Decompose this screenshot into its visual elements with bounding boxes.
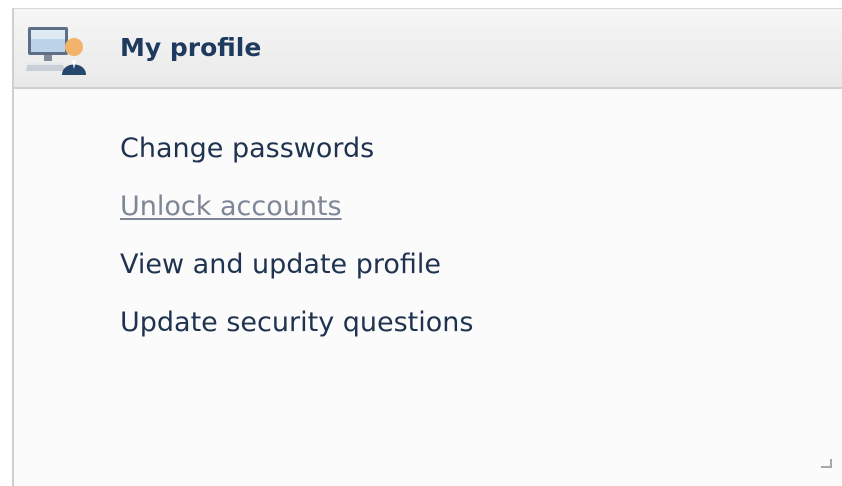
my-profile-panel: My profile Change passwords Unlock accou… [12, 8, 842, 486]
panel-title: My profile [120, 33, 262, 62]
resize-grip[interactable] [821, 459, 832, 468]
list-item: Unlock accounts [120, 185, 473, 243]
list-item: Update security questions [120, 301, 473, 359]
profile-link-list: Change passwords Unlock accounts View an… [120, 127, 473, 359]
list-item: Change passwords [120, 127, 473, 185]
computer-user-icon [26, 27, 86, 75]
view-update-profile-link[interactable]: View and update profile [120, 243, 441, 287]
list-item: View and update profile [120, 243, 473, 301]
update-security-questions-link[interactable]: Update security questions [120, 301, 473, 345]
clipped-heading-strip [0, 0, 842, 8]
change-passwords-link[interactable]: Change passwords [120, 127, 374, 171]
panel-header: My profile [14, 9, 842, 89]
unlock-accounts-link[interactable]: Unlock accounts [120, 185, 342, 229]
